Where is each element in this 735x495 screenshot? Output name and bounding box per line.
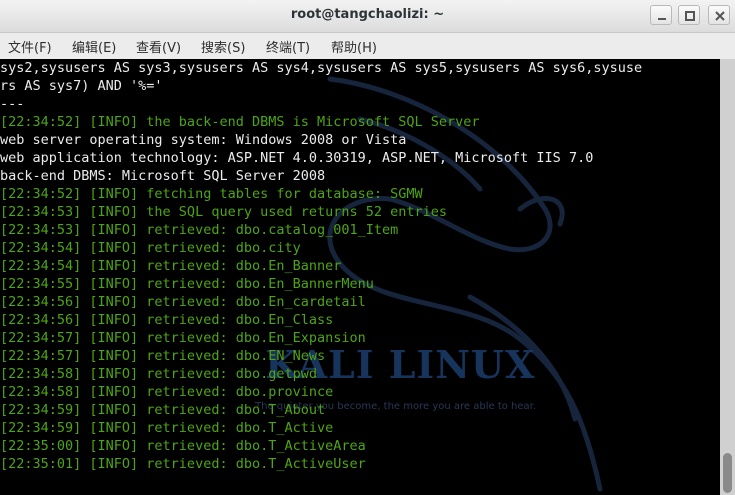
terminal-line: [22:34:56] [INFO] retrieved: dbo.En_Clas… (0, 312, 334, 328)
terminal-line: [22:34:52] [INFO] the back-end DBMS is M… (0, 114, 480, 130)
terminal-lines: sys2,sysusers AS sys3,sysusers AS sys4,s… (0, 59, 642, 473)
terminal-line: [22:34:58] [INFO] retrieved: dbo.provinc… (0, 384, 334, 400)
terminal-line: [22:34:57] [INFO] retrieved: dbo.EN_News (0, 348, 326, 364)
minimize-icon (658, 18, 666, 20)
title-bar[interactable]: root@tangchaolizi: ~ (0, 0, 735, 33)
terminal-line: [22:34:56] [INFO] retrieved: dbo.En_card… (0, 294, 366, 310)
terminal-line: rs AS sys7) AND '%=' (0, 78, 163, 94)
terminal-line: back-end DBMS: Microsoft SQL Server 2008 (0, 168, 326, 184)
terminal-line: [22:35:01] [INFO] retrieved: dbo.T_Activ… (0, 456, 366, 472)
maximize-icon (685, 11, 695, 21)
terminal-output[interactable]: KALI LINUX The quieter you become, the m… (0, 59, 720, 495)
menu-edit[interactable]: 编辑(E) (72, 37, 116, 56)
close-icon (715, 11, 725, 21)
terminal-line: [22:34:59] [INFO] retrieved: dbo.T_Activ… (0, 420, 334, 436)
menu-terminal[interactable]: 终端(T) (266, 37, 310, 56)
terminal-line: --- (0, 96, 25, 112)
menu-view[interactable]: 查看(V) (136, 37, 181, 56)
terminal-line: [22:34:55] [INFO] retrieved: dbo.En_Bann… (0, 276, 374, 292)
vertical-scrollbar[interactable] (720, 59, 735, 495)
terminal-line: [22:34:57] [INFO] retrieved: dbo.En_Expa… (0, 330, 366, 346)
menu-file[interactable]: 文件(F) (8, 37, 52, 56)
terminal-window: root@tangchaolizi: ~ 文件(F) 编辑(E) 查看(V) 搜… (0, 0, 735, 495)
close-button[interactable] (708, 5, 730, 25)
terminal-line: [22:34:53] [INFO] retrieved: dbo.catalog… (0, 222, 399, 238)
terminal-line: [22:34:59] [INFO] retrieved: dbo.T_About (0, 402, 326, 418)
maximize-button[interactable] (678, 5, 700, 25)
terminal-line: [22:35:00] [INFO] retrieved: dbo.T_Activ… (0, 438, 366, 454)
terminal-line: [22:34:54] [INFO] retrieved: dbo.city (0, 240, 301, 256)
scrollbar-thumb[interactable] (723, 453, 732, 493)
window-title: root@tangchaolizi: ~ (290, 7, 445, 22)
terminal-line: sys2,sysusers AS sys3,sysusers AS sys4,s… (0, 60, 643, 76)
terminal-line: [22:34:58] [INFO] retrieved: dbo.getpwd (0, 366, 317, 382)
menu-bar: 文件(F) 编辑(E) 查看(V) 搜索(S) 终端(T) 帮助(H) (0, 33, 735, 59)
terminal-line: web application technology: ASP.NET 4.0.… (0, 150, 594, 166)
terminal-line: [22:34:54] [INFO] retrieved: dbo.En_Bann… (0, 258, 342, 274)
terminal-line: web server operating system: Windows 200… (0, 132, 407, 148)
menu-search[interactable]: 搜索(S) (201, 37, 245, 56)
terminal-line: [22:34:53] [INFO] the SQL query used ret… (0, 204, 448, 220)
menu-help[interactable]: 帮助(H) (331, 37, 377, 56)
terminal-line: [22:34:52] [INFO] fetching tables for da… (0, 186, 423, 202)
minimize-button[interactable] (650, 5, 672, 25)
